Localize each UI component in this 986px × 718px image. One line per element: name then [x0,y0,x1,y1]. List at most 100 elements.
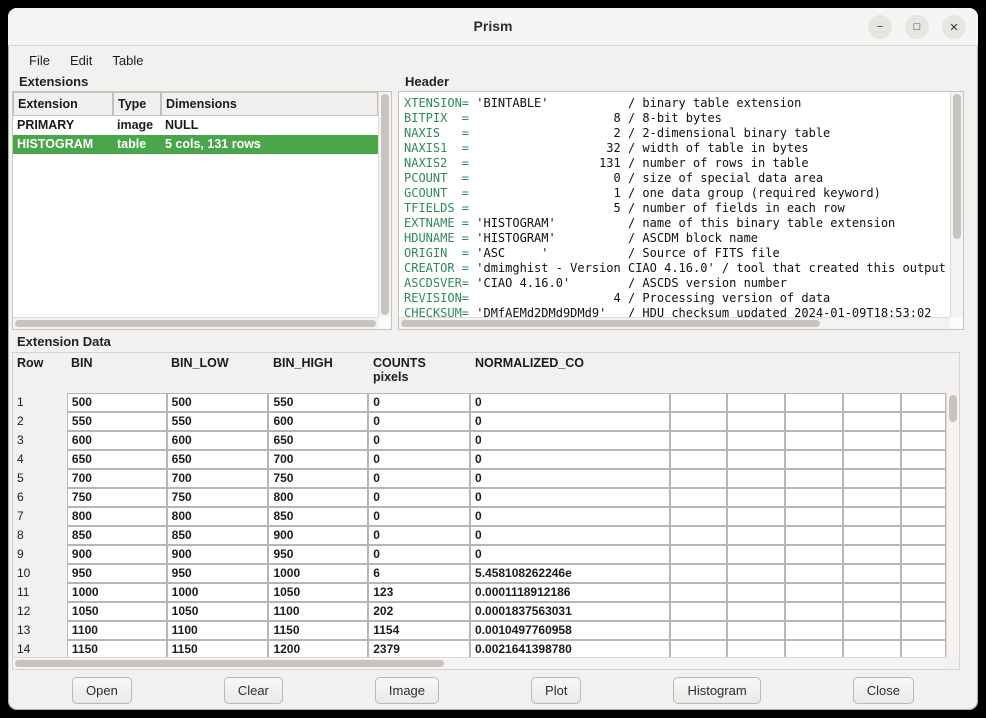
data-cell[interactable]: 0 [368,412,470,431]
data-row-number[interactable]: 6 [13,488,67,507]
data-cell-empty[interactable] [670,431,728,450]
data-vertical-scrollbar[interactable] [946,393,959,657]
data-cell[interactable]: 750 [268,469,368,488]
data-cell-empty[interactable] [727,393,785,412]
data-cell[interactable]: 0 [470,469,670,488]
data-cell[interactable]: 600 [67,431,167,450]
data-cell[interactable]: 0 [470,488,670,507]
data-cell[interactable]: 1100 [67,621,167,640]
data-cell[interactable]: 0.0021641398780 [470,640,670,657]
data-row-number[interactable]: 11 [13,583,67,602]
data-cell[interactable]: 1200 [268,640,368,657]
data-row-number[interactable]: 5 [13,469,67,488]
data-cell-empty[interactable] [843,526,901,545]
data-cell-empty[interactable] [670,602,728,621]
data-row-number[interactable]: 10 [13,564,67,583]
data-cell[interactable]: 0 [470,393,670,412]
data-cell-empty[interactable] [727,526,785,545]
data-cell[interactable]: 1150 [67,640,167,657]
data-cell[interactable]: 1050 [268,583,368,602]
data-cell-empty[interactable] [727,640,785,657]
data-cell[interactable]: 1100 [268,602,368,621]
data-cell-empty[interactable] [901,621,946,640]
scrollbar-thumb[interactable] [953,94,961,239]
scrollbar-thumb[interactable] [15,660,444,667]
data-cell-empty[interactable] [901,431,946,450]
close-button[interactable]: Close [853,677,914,704]
data-cell[interactable]: 0 [368,450,470,469]
data-cell[interactable]: 750 [167,488,269,507]
header-vertical-scrollbar[interactable] [950,92,963,317]
extension-row[interactable]: PRIMARYimageNULL [13,116,378,135]
data-cell-empty[interactable] [901,469,946,488]
data-cell[interactable]: 1150 [167,640,269,657]
data-cell-empty[interactable] [843,393,901,412]
data-cell[interactable]: 1100 [167,621,269,640]
data-cell[interactable]: 1000 [268,564,368,583]
data-cell[interactable]: 800 [268,488,368,507]
data-cell-empty[interactable] [727,431,785,450]
data-cell[interactable]: 0.0001837563031 [470,602,670,621]
data-cell-empty[interactable] [901,450,946,469]
data-cell-empty[interactable] [901,640,946,657]
data-cell-empty[interactable] [843,431,901,450]
data-cell[interactable]: 550 [167,412,269,431]
data-cell-empty[interactable] [670,564,728,583]
data-cell-empty[interactable] [901,564,946,583]
data-cell[interactable]: 0.0001118912186 [470,583,670,602]
data-cell-empty[interactable] [670,545,728,564]
data-cell[interactable]: 1000 [167,583,269,602]
data-cell-empty[interactable] [727,488,785,507]
data-cell[interactable]: 0 [368,526,470,545]
data-cell-empty[interactable] [670,450,728,469]
data-cell-empty[interactable] [843,488,901,507]
data-cell[interactable]: 0.0010497760958 [470,621,670,640]
data-cell[interactable]: 2379 [368,640,470,657]
data-cell[interactable]: 850 [67,526,167,545]
data-cell-empty[interactable] [843,545,901,564]
data-cell-empty[interactable] [670,583,728,602]
data-cell[interactable]: 1050 [67,602,167,621]
data-cell-empty[interactable] [785,431,843,450]
data-cell-empty[interactable] [727,621,785,640]
data-cell[interactable]: 550 [268,393,368,412]
scrollbar-thumb[interactable] [949,395,957,422]
data-cell-empty[interactable] [670,412,728,431]
data-cell-empty[interactable] [901,412,946,431]
data-cell[interactable]: 850 [268,507,368,526]
data-cell-empty[interactable] [670,526,728,545]
data-cell[interactable]: 950 [67,564,167,583]
data-cell-empty[interactable] [727,507,785,526]
data-cell-empty[interactable] [901,507,946,526]
data-cell-empty[interactable] [843,583,901,602]
data-cell[interactable]: 1050 [167,602,269,621]
data-cell-empty[interactable] [843,507,901,526]
data-cell-empty[interactable] [785,469,843,488]
data-cell[interactable]: 6 [368,564,470,583]
data-cell[interactable]: 0 [470,431,670,450]
data-cell[interactable]: 700 [268,450,368,469]
data-cell[interactable]: 950 [167,564,269,583]
minimize-button[interactable]: − [868,15,892,39]
data-cell-empty[interactable] [670,507,728,526]
data-cell-empty[interactable] [727,450,785,469]
data-cell[interactable]: 600 [167,431,269,450]
data-cell[interactable]: 750 [67,488,167,507]
menu-edit[interactable]: Edit [61,50,101,71]
menu-table[interactable]: Table [103,50,152,71]
data-cell[interactable]: 500 [167,393,269,412]
data-cell-empty[interactable] [727,564,785,583]
menu-file[interactable]: File [20,50,59,71]
data-row-number[interactable]: 1 [13,393,67,412]
data-cell[interactable]: 900 [167,545,269,564]
data-row-number[interactable]: 2 [13,412,67,431]
data-cell[interactable]: 0 [470,507,670,526]
data-row-number[interactable]: 12 [13,602,67,621]
data-cell-empty[interactable] [843,602,901,621]
data-cell[interactable]: 500 [67,393,167,412]
data-cell[interactable]: 0 [368,488,470,507]
data-cell-empty[interactable] [727,469,785,488]
plot-button[interactable]: Plot [531,677,581,704]
data-cell-empty[interactable] [901,526,946,545]
data-cell[interactable]: 0 [368,507,470,526]
